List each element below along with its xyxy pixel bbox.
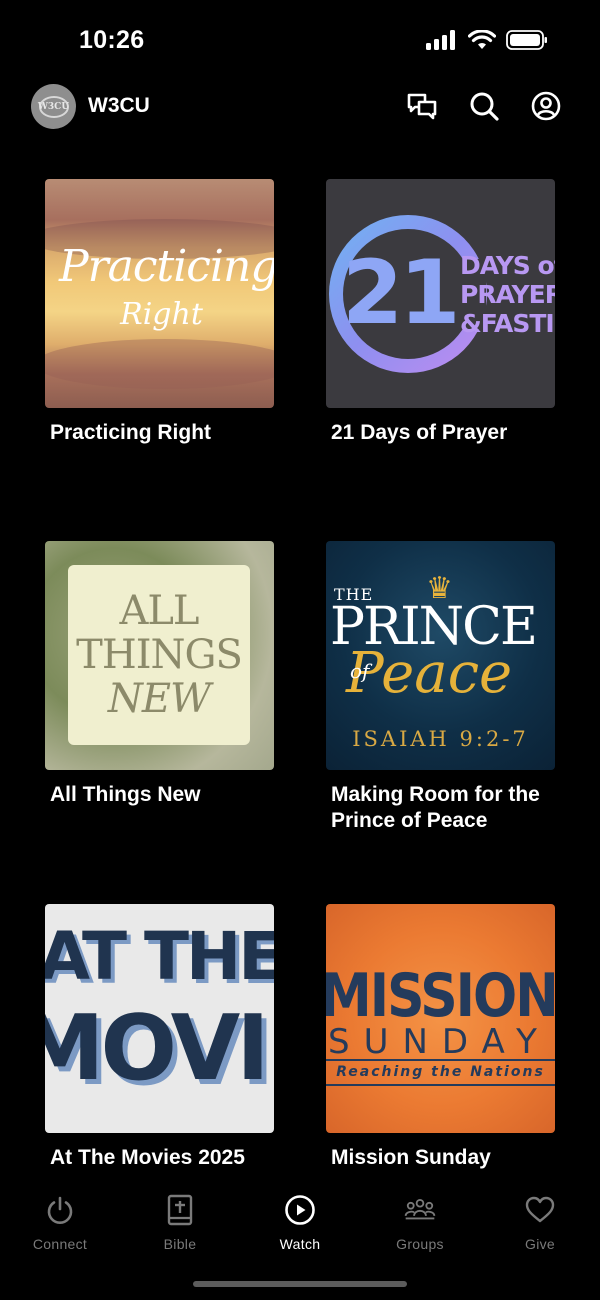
thumbnail-text: &FASTING (460, 309, 555, 338)
series-card-prince-of-peace[interactable]: ♛ THE PRINCE Peace of ISAIAH 9:2-7 Makin… (326, 541, 555, 834)
thumbnail-text: SUNDAY (328, 1022, 551, 1062)
thumbnail-text: 21 (342, 241, 460, 344)
thumbnail-text: Right (120, 297, 203, 332)
bible-icon (167, 1194, 193, 1226)
home-indicator[interactable] (193, 1281, 407, 1287)
tab-watch[interactable]: Watch (250, 1194, 350, 1252)
tab-bible[interactable]: Bible (130, 1194, 230, 1252)
tab-label: Bible (163, 1236, 197, 1252)
series-thumbnail[interactable]: MISSIONS SUNDAY Reaching the Nations (326, 904, 555, 1133)
tab-label: Watch (279, 1236, 321, 1252)
profile-icon (531, 91, 561, 121)
thumbnail-text: PRAYER (460, 280, 555, 309)
tab-connect[interactable]: Connect (10, 1194, 110, 1252)
thumbnail-text: MOVIES (45, 996, 274, 1101)
tab-groups[interactable]: Groups (370, 1194, 470, 1252)
series-card-at-the-movies[interactable]: AT THE MOVIES At The Movies 2025 (45, 904, 274, 1171)
church-logo-icon: W3CU (38, 95, 69, 118)
play-icon (285, 1195, 315, 1225)
thumbnail-text: Peace (346, 641, 513, 706)
series-card-21-days-of-prayer[interactable]: 21 DAYS of PRAYER &FASTING 21 Days of Pr… (326, 179, 555, 446)
series-card-all-things-new[interactable]: ALL THINGS NEW All Things New (45, 541, 274, 808)
thumbnail-text: ISAIAH 9:2-7 (352, 727, 529, 751)
thumbnail-text: DAYS of (460, 251, 555, 280)
thumbnail-text: NEW (107, 676, 211, 722)
series-title: At The Movies 2025 (50, 1146, 245, 1169)
series-card-mission-sunday[interactable]: MISSIONS SUNDAY Reaching the Nations Mis… (326, 904, 555, 1171)
church-avatar[interactable]: W3CU (31, 84, 76, 129)
thumbnail-text: ALL (119, 588, 199, 634)
app-title: W3CU (88, 94, 150, 117)
groups-icon (404, 1198, 436, 1220)
thumbnail-text: MISSIONS (326, 962, 555, 1031)
tab-label: Give (525, 1236, 555, 1252)
series-thumbnail[interactable]: 21 DAYS of PRAYER &FASTING (326, 179, 555, 408)
cellular-signal-icon (426, 30, 455, 50)
wifi-icon (468, 30, 496, 49)
series-thumbnail[interactable]: AT THE MOVIES (45, 904, 274, 1133)
series-title: All Things New (50, 783, 201, 806)
series-title: 21 Days of Prayer (331, 421, 508, 444)
series-title: Mission Sunday (331, 1146, 491, 1169)
series-thumbnail[interactable]: Practicing Right (45, 179, 274, 408)
search-button[interactable] (468, 90, 500, 122)
thumbnail-text: of (350, 659, 370, 683)
search-icon (470, 92, 499, 121)
series-thumbnail[interactable]: ♛ THE PRINCE Peace of ISAIAH 9:2-7 (326, 541, 555, 770)
tab-label: Groups (396, 1236, 444, 1252)
battery-icon (506, 30, 547, 50)
tab-give[interactable]: Give (490, 1194, 590, 1252)
thumbnail-text: AT THE (45, 918, 274, 995)
power-icon (47, 1196, 73, 1224)
heart-icon (525, 1196, 555, 1223)
status-time: 10:26 (79, 26, 145, 54)
thumbnail-text: Practicing (59, 241, 274, 292)
app-header: W3CU W3CU (0, 80, 600, 132)
series-title: Practicing Right (50, 421, 212, 444)
series-title: Making Room for the Prince of Peace (331, 783, 540, 832)
tab-label: Connect (32, 1236, 88, 1252)
series-thumbnail[interactable]: ALL THINGS NEW (45, 541, 274, 770)
header-actions (406, 90, 562, 122)
chat-icon (407, 93, 437, 120)
series-card-practicing-right[interactable]: Practicing Right Practicing Right (45, 179, 274, 446)
messages-button[interactable] (406, 90, 438, 122)
thumbnail-text: Reaching the Nations (336, 1064, 545, 1080)
status-icons (426, 30, 548, 50)
thumbnail-text: THINGS (76, 632, 243, 678)
profile-button[interactable] (530, 90, 562, 122)
status-bar: 10:26 (0, 0, 600, 80)
